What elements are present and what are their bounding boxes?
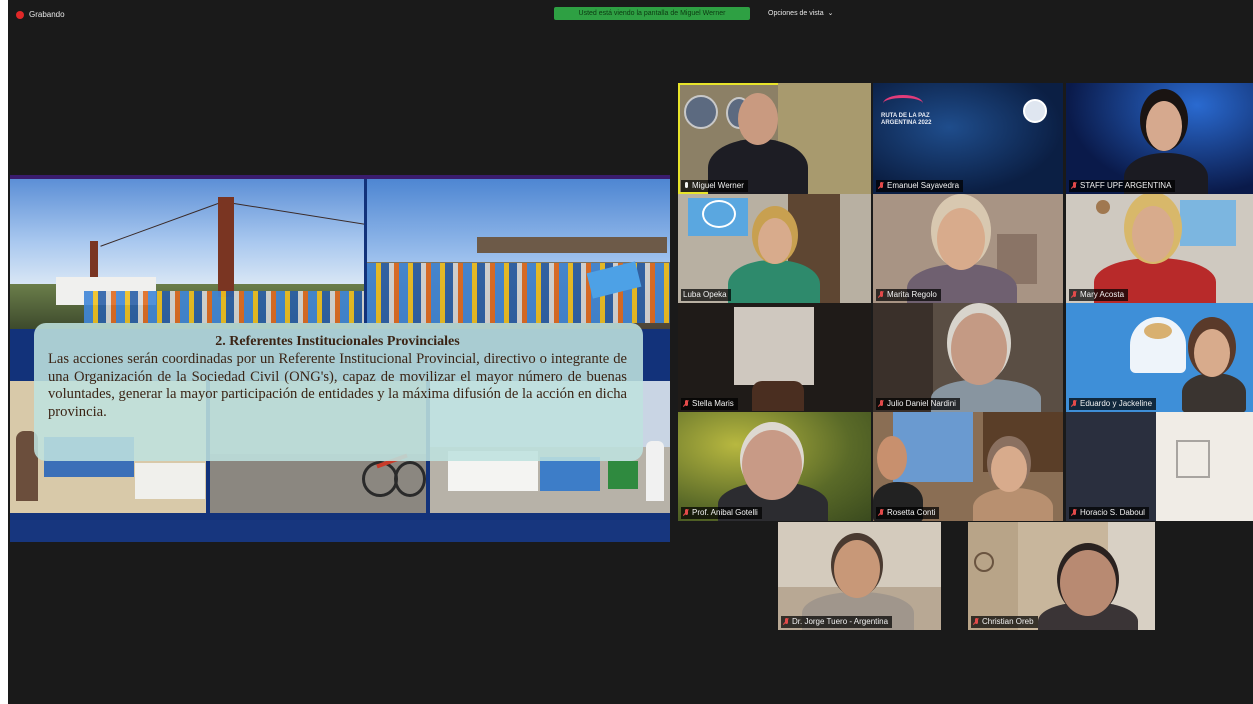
participant-name-tag: Dr. Jorge Tuero - Argentina xyxy=(781,616,893,628)
muted-microphone-icon xyxy=(973,618,979,626)
slide-text-box: 2. Referentes Institucionales Provincial… xyxy=(34,323,643,461)
muted-microphone-icon xyxy=(1071,291,1077,299)
recording-label: Grabando xyxy=(29,10,65,19)
participant-name-tag: Prof. Anibal Gotelli xyxy=(681,507,762,519)
video-tile-dr-jorge-tuero[interactable]: Dr. Jorge Tuero - Argentina xyxy=(778,522,941,630)
video-tile-staff-upf-argentina[interactable]: STAFF UPF ARGENTINA xyxy=(1066,83,1253,194)
slide-photo-crowd xyxy=(367,179,670,329)
participant-name-tag: Marita Regolo xyxy=(876,289,941,301)
microphone-icon xyxy=(683,182,689,190)
participant-name-tag: Eduardo y Jackeline xyxy=(1069,398,1157,410)
muted-microphone-icon xyxy=(878,182,884,190)
video-tile-horacio-s-daboul[interactable]: Horacio S. Daboul xyxy=(1066,412,1253,521)
video-tile-prof-anibal-gotelli[interactable]: Prof. Anibal Gotelli xyxy=(678,412,871,521)
muted-microphone-icon xyxy=(1071,182,1077,190)
zoom-meeting-window: Grabando Usted está viendo la pantalla d… xyxy=(8,0,1253,704)
video-tile-marita-regolo[interactable]: Marita Regolo xyxy=(873,194,1063,303)
slide-body: Las acciones serán coordinadas por un Re… xyxy=(48,351,627,420)
participant-name-tag: Horacio S. Daboul xyxy=(1069,507,1149,519)
record-icon xyxy=(16,10,24,19)
slide-title: 2. Referentes Institucionales Provincial… xyxy=(215,334,460,349)
ruta-paz-logo-text-1: RUTA DE LA PAZ xyxy=(881,113,930,119)
video-tile-julio-daniel-nardini[interactable]: Julio Daniel Nardini xyxy=(873,303,1063,412)
screen-share-banner: Usted está viendo la pantalla de Miguel … xyxy=(554,7,750,20)
recording-indicator[interactable]: Grabando xyxy=(16,10,65,19)
participant-name-tag: Rosetta Conti xyxy=(876,507,940,519)
slide-bottom-strip xyxy=(10,520,670,542)
participant-name-tag: Mary Acosta xyxy=(1069,289,1129,301)
shared-slide: 2. Referentes Institucionales Provincial… xyxy=(10,175,670,542)
ruta-paz-logo-text-2: ARGENTINA 2022 xyxy=(881,120,932,126)
participant-name-tag: Stella Maris xyxy=(681,398,738,410)
muted-microphone-icon xyxy=(683,509,689,517)
video-tile-luba-opeka[interactable]: Luba Opeka xyxy=(678,194,871,303)
video-tile-rosetta-conti[interactable]: Rosetta Conti xyxy=(873,412,1063,521)
chevron-down-icon: ⌄ xyxy=(827,10,834,17)
muted-microphone-icon xyxy=(878,291,884,299)
participant-name-tag: Luba Opeka xyxy=(681,289,731,301)
muted-microphone-icon xyxy=(783,618,789,626)
muted-microphone-icon xyxy=(1071,400,1077,408)
video-tile-christian-oreb[interactable]: Christian Oreb xyxy=(968,522,1155,630)
participant-name-tag: STAFF UPF ARGENTINA xyxy=(1069,180,1176,192)
muted-microphone-icon xyxy=(878,509,884,517)
video-tile-miguel-werner[interactable]: Miguel Werner xyxy=(678,83,871,194)
video-tile-stella-maris[interactable]: Stella Maris xyxy=(678,303,871,412)
view-options-label: Opciones de vista xyxy=(768,10,824,17)
slide-photo-bridge xyxy=(10,179,364,329)
participant-name-tag: Miguel Werner xyxy=(681,180,748,192)
video-tile-emanuel-sayavedra[interactable]: RUTA DE LA PAZ ARGENTINA 2022 Emanuel Sa… xyxy=(873,83,1063,194)
participant-name-tag: Emanuel Sayavedra xyxy=(876,180,964,192)
view-options-button[interactable]: Opciones de vista ⌄ xyxy=(768,7,834,20)
muted-microphone-icon xyxy=(1071,509,1077,517)
muted-microphone-icon xyxy=(878,400,884,408)
video-tile-mary-acosta[interactable]: Mary Acosta xyxy=(1066,194,1253,303)
muted-microphone-icon xyxy=(683,400,689,408)
participant-name-tag: Christian Oreb xyxy=(971,616,1038,628)
top-bar: Grabando Usted está viendo la pantalla d… xyxy=(8,0,1253,26)
participant-name-tag: Julio Daniel Nardini xyxy=(876,398,960,410)
video-tile-eduardo-y-jackeline[interactable]: Eduardo y Jackeline xyxy=(1066,303,1253,412)
